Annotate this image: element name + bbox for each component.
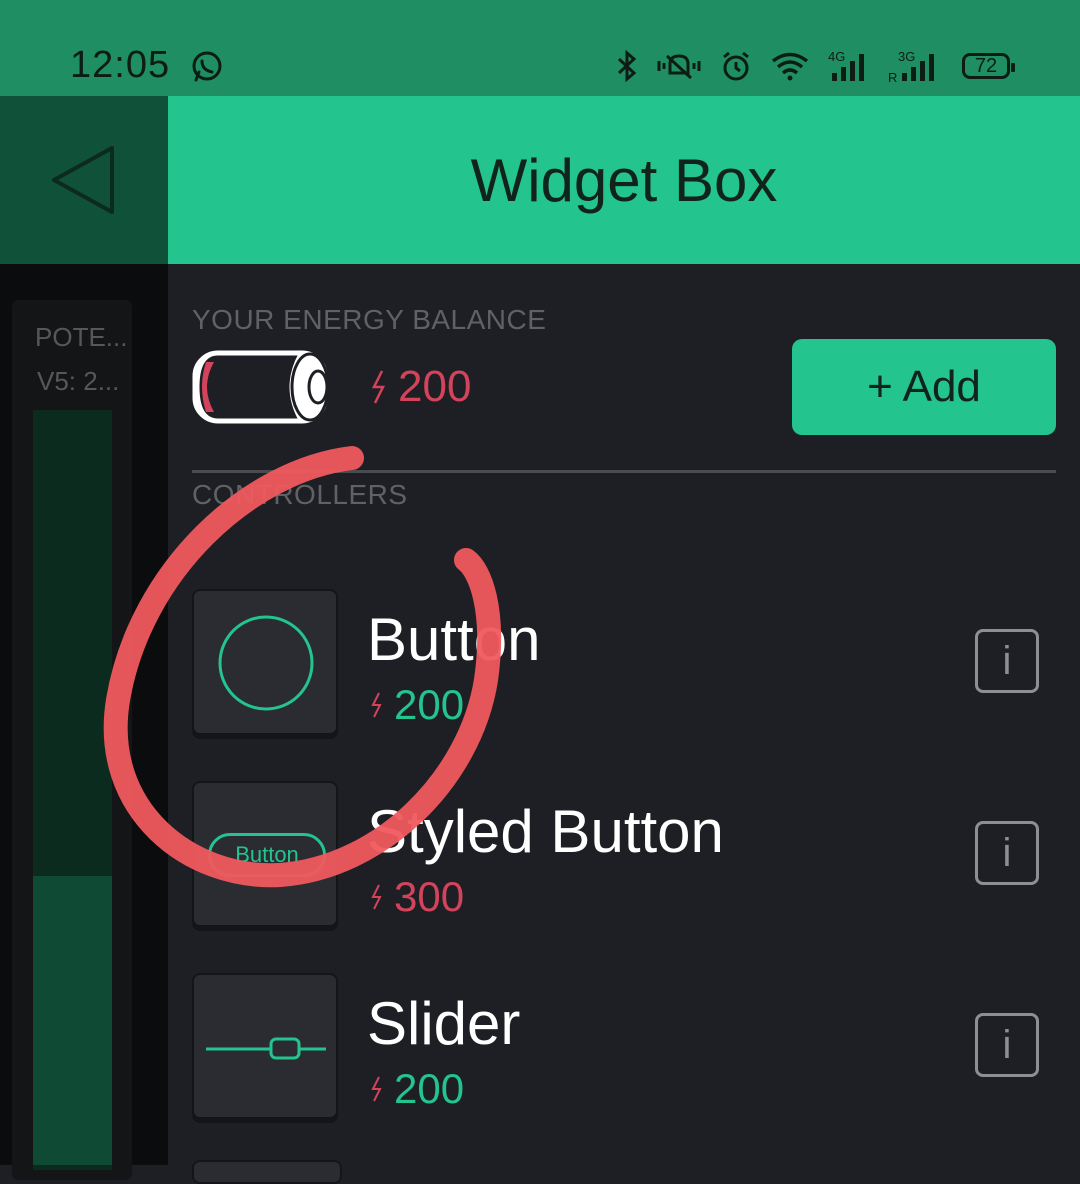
network-3g-label: 3G: [898, 49, 915, 64]
alarm-icon: [723, 51, 749, 81]
widget-cost-value: 200: [394, 1065, 465, 1112]
energy-bolt-icon: [371, 370, 386, 404]
widget-thumbnail: Button: [192, 781, 338, 927]
widget-thumbnail: [192, 973, 338, 1119]
info-button[interactable]: i: [975, 821, 1039, 885]
potentiometer-level: [33, 876, 112, 1165]
mute-icon: [657, 54, 701, 80]
add-energy-button[interactable]: + Add: [792, 339, 1056, 435]
whatsapp-icon: [192, 51, 222, 82]
energy-battery-icon: [192, 350, 330, 424]
info-button[interactable]: i: [975, 1013, 1039, 1077]
status-icons: 4G 3G R 72: [616, 46, 1015, 86]
energy-balance-label: YOUR ENERGY BALANCE: [192, 304, 547, 335]
page-title: Widget Box: [470, 147, 778, 214]
round-button-icon: [218, 615, 314, 711]
energy-bolt-icon: [371, 884, 382, 910]
section-divider: [192, 470, 1056, 473]
wifi-icon: [771, 52, 809, 81]
bluetooth-icon: [617, 50, 637, 82]
energy-bolt-icon: [371, 692, 382, 718]
widget-item-styled-button[interactable]: Button Styled Button 300 i: [192, 781, 1056, 931]
widget-cost-value: 300: [394, 873, 465, 920]
energy-balance-value: 200: [370, 362, 471, 412]
widget-cost: 200: [370, 681, 464, 729]
widget-item-slider[interactable]: Slider 200 i: [192, 973, 1056, 1123]
styled-button-icon: Button: [208, 833, 326, 877]
widget-name: Styled Button: [367, 798, 724, 865]
back-arrow-icon[interactable]: [50, 145, 116, 215]
potentiometer-value: V5: 2...: [37, 366, 120, 396]
signal-3g-icon: 3G R: [888, 49, 934, 83]
widget-cost-value: 200: [394, 681, 465, 728]
widget-cost: 300: [370, 873, 464, 921]
widget-name: Slider: [367, 990, 521, 1057]
battery-icon: 72: [962, 53, 1015, 79]
energy-amount: 200: [398, 362, 472, 411]
widget-cost: 200: [370, 1065, 464, 1113]
widget-thumbnail: [192, 589, 338, 735]
signal-4g-icon: 4G: [828, 49, 864, 81]
section-label-controllers: CONTROLLERS: [192, 479, 408, 510]
widget-item-button[interactable]: Button 200 i: [192, 589, 1056, 739]
widget-thumbnail-partial: [192, 1160, 342, 1184]
network-4g-label: 4G: [828, 49, 845, 64]
slider-icon: [206, 1037, 326, 1060]
info-button[interactable]: i: [975, 629, 1039, 693]
status-time: 12:05: [70, 44, 171, 86]
widget-name: Button: [367, 606, 541, 673]
status-bar: 12:05 4G 3G R 72: [0, 0, 1080, 96]
roaming-label: R: [888, 70, 897, 83]
potentiometer-title: POTE...: [35, 322, 128, 352]
energy-bolt-icon: [371, 1076, 382, 1102]
